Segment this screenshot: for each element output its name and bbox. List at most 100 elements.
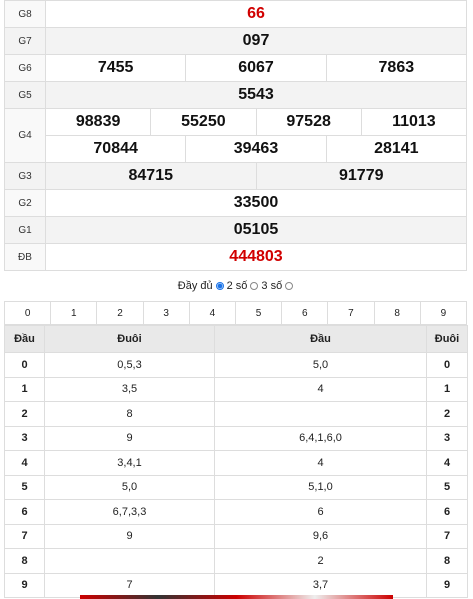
loto-key: 8 [4,548,45,574]
digit-button-5[interactable]: 5 [234,301,283,325]
prize-value-g4-3: 97528 [255,109,361,135]
table-row: 4 3,4,1 4 4 [4,450,468,476]
display-options: Đầy đủ 2 số 3 số [4,271,467,301]
loto-tail-values: 3,5 [44,376,215,402]
option-three-radio[interactable] [285,282,294,290]
loto-key: 0 [4,352,45,378]
prize-label-g3: G3 [4,162,46,190]
prize-value-g7: 097 [45,27,467,55]
loto-tail-values: 9 [44,425,215,451]
loto-key-2: 3 [426,425,468,451]
loto-tail-values: 3,4,1 [44,450,215,476]
loto-key: 6 [4,499,45,525]
loto-key-2: 5 [426,474,468,500]
loto-head-values: 4 [214,376,427,402]
loto-tail-values: 6,7,3,3 [44,499,215,525]
digit-button-9[interactable]: 9 [419,301,468,325]
prize-value-g4-5: 70844 [93,140,138,157]
table-row: 0 0,5,3 5,0 0 [4,352,468,378]
prize-value-g2: 33500 [45,189,467,217]
loto-table: Đầu Đuôi Đầu Đuôi 0 0,5,3 5,0 0 1 3,5 4 1 282 … [4,325,468,598]
option-two-label[interactable]: 2 số [227,280,248,292]
loto-head-values: 4 [214,450,427,476]
loto-head-values: 6,4,1,6,0 [214,425,427,451]
table-row: 9 7 3,7 9 [4,572,468,598]
prize-value-g6-1: 7455 [97,59,134,76]
prize-label-db: ĐB [4,243,46,271]
loto-head-values [214,401,427,427]
prize-value-g3-1: 84715 [128,167,174,184]
loto-key: 9 [4,572,45,598]
table-row: 5 5,0 5,1,0 5 [4,474,468,500]
loto-tail-values: 7 [44,572,215,598]
prize-value-g4-6: 39463 [185,136,325,162]
digit-button-2[interactable]: 2 [96,301,144,325]
prize-value-g6-3: 7863 [325,55,466,81]
digit-button-1[interactable]: 1 [50,301,98,325]
loto-head-values: 5,0 [214,352,427,378]
digit-button-3[interactable]: 3 [142,301,190,325]
prize-label-g2: G2 [4,189,46,217]
loto-head-values: 9,6 [214,523,427,549]
digit-button-4[interactable]: 4 [188,301,236,325]
prize-label-g6: G6 [4,54,46,82]
digit-button-0[interactable]: 0 [3,301,52,325]
loto-key: 3 [4,425,45,451]
prize-label-g7: G7 [4,27,46,55]
prize-value-g4-2: 55250 [150,109,255,135]
loto-key-2: 9 [426,572,468,598]
digit-button-8[interactable]: 8 [373,301,421,325]
loto-key-2: 7 [426,523,468,549]
prize-value-g8: 66 [45,0,467,28]
loto-tail-values [44,548,215,574]
loto-head-values: 2 [214,548,427,574]
loto-header-head: Đầu [4,325,45,353]
loto-header-tail-2: Đuôi [426,325,468,353]
prize-values-g6: 7455 6067 7863 [45,54,467,82]
prize-value-db: 444803 [45,243,467,271]
loto-key-2: 2 [426,401,468,427]
table-row: 7 9 9,6 7 [4,523,468,549]
prize-value-g3-2: 91779 [255,163,467,189]
loto-tail-values: 5,0 [44,474,215,500]
prize-label-g8: G8 [4,0,46,28]
table-row: 828 [4,548,468,574]
prize-table: G8 66 G7 097 G6 7455 6067 7863 G5 5543 G… [4,0,467,271]
loto-key-2: 0 [426,352,468,378]
prize-label-g4: G4 [4,108,46,163]
table-row: 1 3,5 4 1 [4,376,468,402]
table-row: 3 9 6,4,1,6,0 3 [4,425,468,451]
option-three-label[interactable]: 3 số [261,280,282,292]
option-full-label[interactable]: Đầy đủ [178,280,213,292]
prize-values-g4: 98839 55250 97528 11013 70844 39463 2814… [45,108,467,163]
loto-head-values: 6 [214,499,427,525]
option-full-radio[interactable] [215,282,224,290]
loto-key: 5 [4,474,45,500]
prize-value-g6-2: 6067 [185,55,325,81]
table-row: 282 [4,401,468,427]
loto-key-2: 4 [426,450,468,476]
prize-value-g4-1: 98839 [75,113,121,130]
prize-value-g1: 05105 [45,216,467,244]
prize-label-g1: G1 [4,216,46,244]
loto-key-2: 6 [426,499,468,525]
prize-values-g3: 84715 91779 [45,162,467,190]
prize-value-g4-7: 28141 [325,136,466,162]
loto-key: 2 [4,401,45,427]
loto-key-2: 1 [426,376,468,402]
loto-head-values: 5,1,0 [214,474,427,500]
table-row: 6 6,7,3,3 6 6 [4,499,468,525]
loto-key: 7 [4,523,45,549]
loto-tail-values: 0,5,3 [44,352,215,378]
digit-filter-row: 0 1 2 3 4 5 6 7 8 9 [3,301,468,325]
digit-button-7[interactable]: 7 [327,301,375,325]
option-two-radio[interactable] [250,282,259,290]
loto-key-2: 8 [426,548,468,574]
footer-banner-strip [80,595,393,599]
loto-header-head-2: Đầu [214,325,427,353]
results-panel: G8 66 G7 097 G6 7455 6067 7863 G5 5543 G… [3,0,468,598]
loto-key: 1 [4,376,45,402]
prize-value-g4-4: 11013 [360,109,466,135]
digit-button-6[interactable]: 6 [281,301,329,325]
loto-tail-values: 9 [44,523,215,549]
